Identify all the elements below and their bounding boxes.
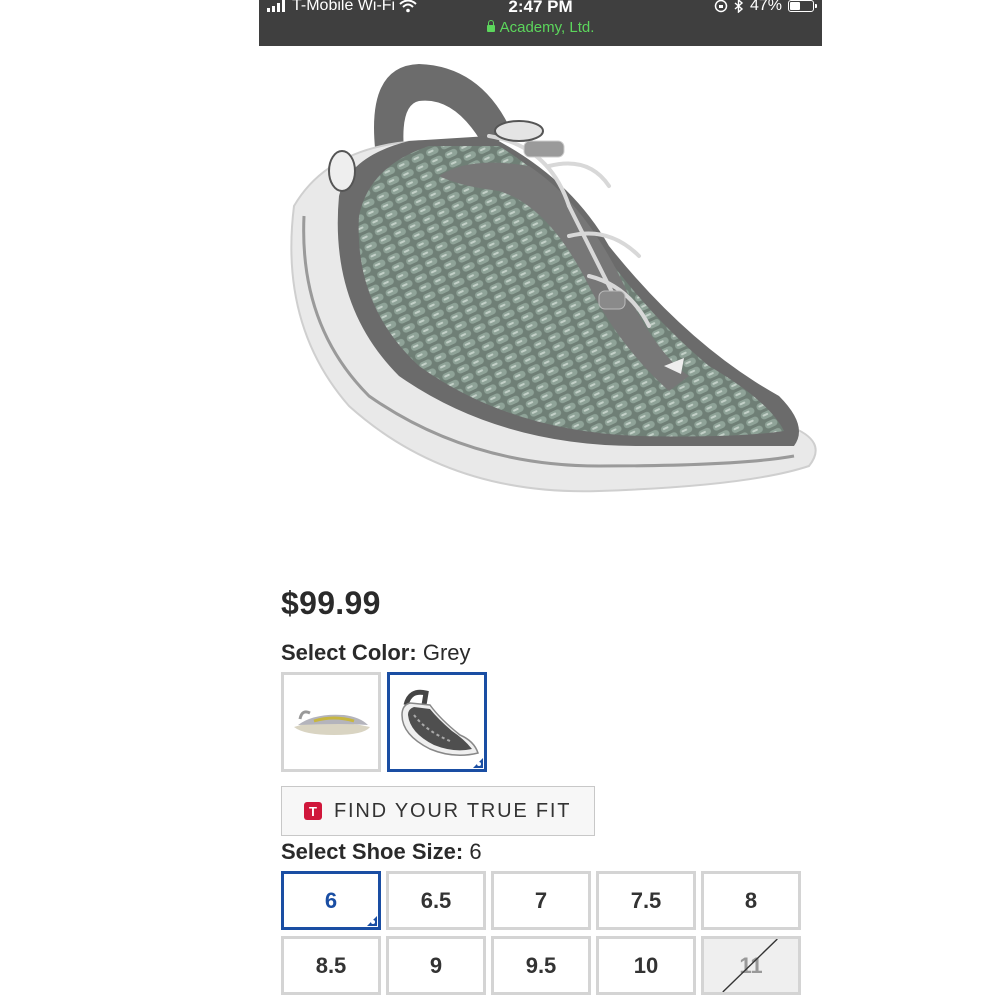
site-url[interactable]: Academy, Ltd. <box>259 19 822 36</box>
size-label: 6.5 <box>420 887 452 913</box>
light-sandal-icon <box>294 710 370 735</box>
size-label: 7 <box>534 887 548 913</box>
size-option[interactable]: 7.5 <box>596 871 696 930</box>
size-option[interactable]: 10 <box>596 936 696 995</box>
size-option[interactable]: 6 <box>281 871 381 930</box>
bluetooth-icon <box>734 0 744 13</box>
size-option[interactable]: 6.5 <box>386 871 486 930</box>
size-option[interactable]: 8.5 <box>281 936 381 995</box>
truefit-logo-icon: T <box>304 802 322 820</box>
size-label: 9 <box>429 952 443 978</box>
grey-sandal-swatch[interactable] <box>387 672 487 772</box>
size-label: 8.5 <box>315 952 347 978</box>
unavailable-strike-icon <box>722 939 778 992</box>
size-label: 7.5 <box>630 887 662 913</box>
light-sandal-swatch[interactable] <box>281 672 381 772</box>
site-name: Academy, Ltd. <box>499 19 595 36</box>
size-label: 8 <box>744 887 758 913</box>
lock-icon <box>486 20 495 32</box>
size-option-unavailable[interactable]: 11 <box>701 936 801 995</box>
sandal-grey-icon[interactable] <box>269 46 819 516</box>
product-page: T-Mobile Wi-Fi 2:47 PM 47% Academy, Ltd. <box>259 0 822 1000</box>
selected-color-value: Grey <box>422 640 471 665</box>
size-option[interactable]: 8 <box>701 871 801 930</box>
grey-sandal-icon <box>401 689 479 756</box>
select-size-title: Select Shoe Size: <box>281 839 464 864</box>
selected-size-value: 6 <box>469 839 482 864</box>
product-price: $99.99 <box>281 585 381 621</box>
battery-percent: 47% <box>749 0 782 14</box>
select-color-title: Select Color: <box>281 640 417 665</box>
size-label: 6 <box>324 887 338 913</box>
find-true-fit-button[interactable]: T FIND YOUR TRUE FIT <box>281 786 595 836</box>
color-swatches <box>281 672 487 772</box>
size-option[interactable]: 9 <box>386 936 486 995</box>
rotation-lock-icon <box>714 0 728 13</box>
size-label: 9.5 <box>525 952 557 978</box>
select-color-label: Select Color: Grey <box>281 640 471 666</box>
battery-icon <box>788 0 817 12</box>
truefit-label: FIND YOUR TRUE FIT <box>334 799 572 822</box>
select-size-label: Select Shoe Size: 6 <box>281 839 482 865</box>
size-option[interactable]: 9.5 <box>491 936 591 995</box>
size-label: 10 <box>633 952 659 978</box>
size-grid: 6 6.5 7 7.5 8 8.5 9 9.5 10 11 <box>281 871 801 995</box>
size-option[interactable]: 7 <box>491 871 591 930</box>
status-right: 47% <box>714 0 817 15</box>
status-bar: T-Mobile Wi-Fi 2:47 PM 47% Academy, Ltd. <box>259 0 822 46</box>
